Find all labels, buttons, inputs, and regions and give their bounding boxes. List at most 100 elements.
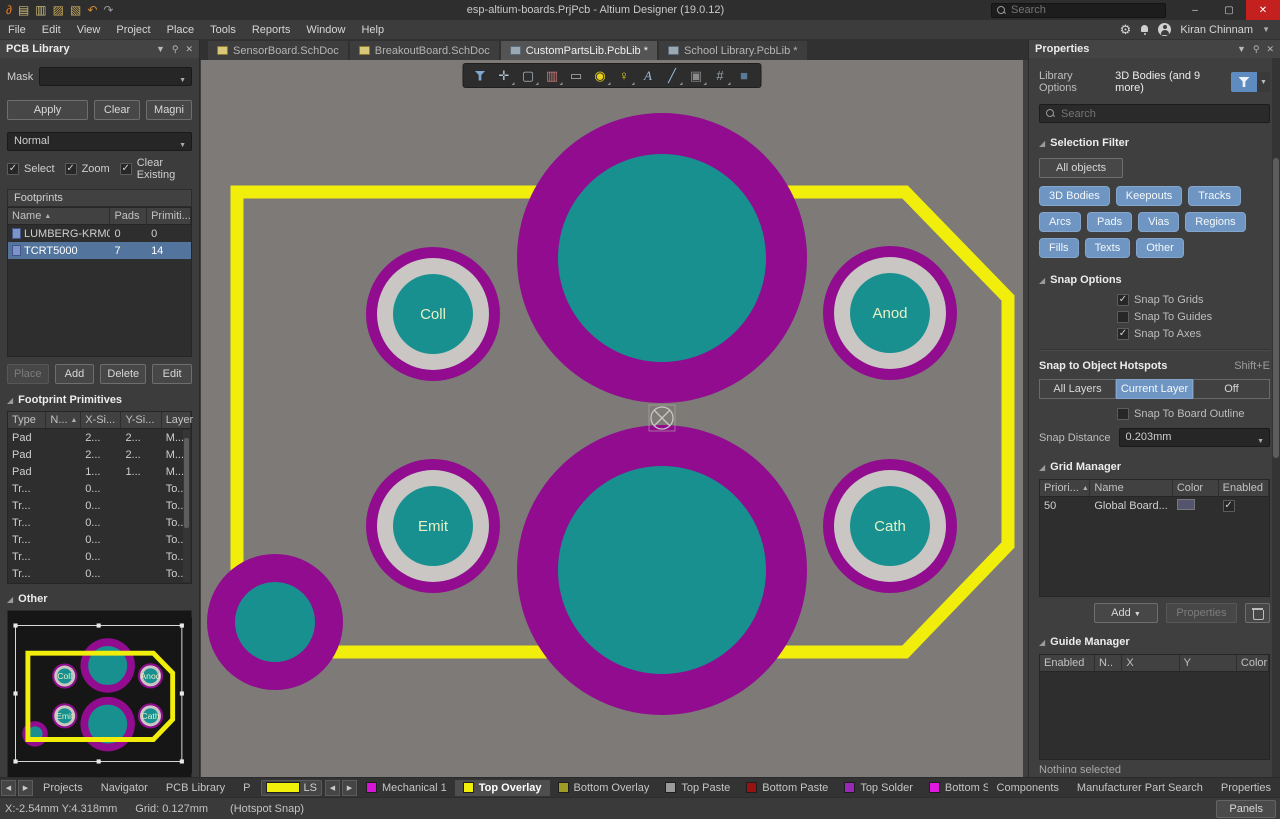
menu-edit[interactable]: Edit	[34, 20, 69, 40]
column-header-primiti[interactable]: Primiti...	[147, 208, 191, 224]
doc-tab-breakoutboard-schdoc[interactable]: BreakoutBoard.SchDoc	[350, 41, 499, 60]
save-icon[interactable]: ▤	[18, 4, 29, 16]
filter-chip-other[interactable]: Other	[1136, 238, 1184, 258]
grid-add-button[interactable]: Add ▼	[1094, 603, 1158, 623]
redo-icon[interactable]: ↷	[103, 4, 113, 16]
filter-chip-vias[interactable]: Vias	[1138, 212, 1179, 232]
settings-gear-icon[interactable]: ⚙	[1120, 22, 1132, 38]
grid-manager-section-header[interactable]: ◢ Grid Manager	[1039, 461, 1270, 473]
user-menu-chevron-down-icon[interactable]: ▼	[1262, 25, 1270, 34]
column-header-x-si[interactable]: X-Si...	[81, 412, 121, 428]
layer-tabs-scroll-left-icon[interactable]: ◀	[325, 780, 340, 796]
layer-tab-bottom-solder[interactable]: Bottom Solder	[921, 780, 988, 796]
layer-tabs-scroll-right-icon[interactable]: ▶	[342, 780, 357, 796]
filter-chip-pads[interactable]: Pads	[1087, 212, 1132, 232]
column-header-priori[interactable]: Priori...▲	[1040, 480, 1090, 496]
properties-search-box[interactable]	[1039, 104, 1270, 123]
grid-row-global-board[interactable]: 50Global Board...✓	[1040, 497, 1269, 514]
panel-tab-manufacturer-part-search[interactable]: Manufacturer Part Search	[1068, 780, 1212, 796]
properties-scrollbar[interactable]	[1272, 58, 1280, 777]
menu-project[interactable]: Project	[108, 20, 158, 40]
grid-properties-button[interactable]: Properties	[1166, 603, 1237, 623]
column-header-enabled[interactable]: Enabled	[1219, 480, 1269, 496]
properties-search-input[interactable]	[1061, 105, 1263, 122]
graph-icon[interactable]: ▥	[541, 65, 564, 86]
layer-tab-bottom-overlay[interactable]: Bottom Overlay	[550, 780, 658, 796]
column-header-name[interactable]: Name▲	[8, 208, 110, 224]
primitive-row[interactable]: Tr...0...To...	[8, 514, 191, 531]
maximize-button[interactable]: ▢	[1212, 0, 1246, 20]
panel-tab-components[interactable]: Components	[988, 780, 1068, 796]
add-button[interactable]: Add	[55, 364, 95, 384]
footprint-row-tcrt5000[interactable]: TCRT5000714	[8, 242, 191, 259]
notifications-bell-icon[interactable]	[1140, 25, 1149, 35]
pad-icon[interactable]: ◉	[589, 65, 612, 86]
object-filter-chevron-down-icon[interactable]: ▼	[1257, 72, 1270, 92]
panel-tabs-scroll-left-icon[interactable]: ◀	[1, 780, 16, 796]
primitive-row[interactable]: Tr...0...To...	[8, 531, 191, 548]
other-section-header[interactable]: ◢ Other	[7, 593, 192, 605]
checkbox-snap-to-axes[interactable]: ✓Snap To Axes	[1117, 328, 1270, 340]
column-header-color[interactable]: Color	[1173, 480, 1219, 496]
paste-icon[interactable]: ▣	[685, 65, 708, 86]
doc-tab-school-library-pcblib[interactable]: School Library.PcbLib *	[659, 41, 807, 60]
menu-place[interactable]: Place	[159, 20, 203, 40]
layer-tab-top-paste[interactable]: Top Paste	[657, 780, 738, 796]
magnify-button[interactable]: Magni	[146, 100, 192, 120]
checkbox-select[interactable]: ✓Select	[7, 163, 55, 175]
panel-dropdown-icon[interactable]: ▼	[1237, 44, 1246, 55]
primitive-row[interactable]: Pad2...2...M...	[8, 446, 191, 463]
primitive-row[interactable]: Tr...0...To...	[8, 497, 191, 514]
fill-icon[interactable]: ■	[733, 65, 756, 86]
grid-delete-button[interactable]	[1245, 603, 1270, 623]
checkbox-zoom[interactable]: ✓Zoom	[65, 163, 110, 175]
doc-tab-custompartslib-pcblib[interactable]: CustomPartsLib.PcbLib *	[501, 41, 657, 60]
grid-enabled-checkbox[interactable]: ✓	[1223, 500, 1235, 512]
segment-all-layers[interactable]: All Layers	[1039, 379, 1116, 399]
menu-tools[interactable]: Tools	[202, 20, 244, 40]
primitive-row[interactable]: Tr...0...To...	[8, 548, 191, 565]
list-mode-dropdown[interactable]: Normal	[7, 132, 192, 151]
delete-button[interactable]: Delete	[100, 364, 146, 384]
object-filter-button[interactable]	[1231, 72, 1257, 92]
primitive-row[interactable]: Tr...0...To...	[8, 480, 191, 497]
panel-close-icon[interactable]: ✕	[1266, 44, 1274, 55]
snap-board-outline-checkbox[interactable]: Snap To Board Outline	[1117, 408, 1270, 420]
close-button[interactable]: ✕	[1246, 0, 1280, 20]
menu-reports[interactable]: Reports	[244, 20, 299, 40]
footprint-primitives-section-header[interactable]: ◢ Footprint Primitives	[7, 394, 192, 406]
column-header-y-si[interactable]: Y-Si...	[121, 412, 161, 428]
global-search-box[interactable]	[991, 3, 1166, 18]
select-area-icon[interactable]: ▢	[517, 65, 540, 86]
snap-distance-dropdown[interactable]: 0.203mm	[1119, 428, 1270, 447]
doc-tab-sensorboard-schdoc[interactable]: SensorBoard.SchDoc	[208, 41, 348, 60]
footprint-row-lumberg-krm08[interactable]: LUMBERG-KRM0800	[8, 225, 191, 242]
open-project-icon[interactable]: ▧	[70, 4, 81, 16]
layer-tab-top-overlay[interactable]: Top Overlay	[455, 780, 550, 796]
filter-icon[interactable]	[469, 65, 492, 86]
layer-tab-top-solder[interactable]: Top Solder	[836, 780, 921, 796]
panel-pin-icon[interactable]: ⚲	[1253, 44, 1260, 55]
menu-view[interactable]: View	[69, 20, 109, 40]
filter-chip-tracks[interactable]: Tracks	[1188, 186, 1241, 206]
save-all-icon[interactable]: ▥	[35, 4, 46, 16]
pcb-editor-canvas[interactable]: CollAnodEmitCath ✛▢▥▭◉♀A╱▣#■	[201, 60, 1023, 777]
panel-dropdown-icon[interactable]: ▼	[156, 44, 165, 55]
move-icon[interactable]: ✛	[493, 65, 516, 86]
filter-chip-arcs[interactable]: Arcs	[1039, 212, 1081, 232]
grid-color-swatch[interactable]	[1177, 499, 1195, 510]
column-header-enabled[interactable]: Enabled	[1040, 655, 1095, 671]
menu-help[interactable]: Help	[353, 20, 392, 40]
user-avatar[interactable]	[1158, 23, 1171, 36]
current-layer-chip[interactable]: LS	[261, 780, 321, 796]
edit-button[interactable]: Edit	[152, 364, 192, 384]
panel-tab-p[interactable]: P	[234, 780, 259, 796]
all-objects-button[interactable]: All objects	[1039, 158, 1123, 178]
primitive-row[interactable]: Pad1...1...M...	[8, 463, 191, 480]
global-search-input[interactable]	[1011, 4, 1160, 17]
panel-close-icon[interactable]: ✕	[185, 44, 193, 55]
column-header-y[interactable]: Y	[1180, 655, 1237, 671]
layer-tab-mechanical-1[interactable]: Mechanical 1	[358, 780, 455, 796]
filter-chip-3d-bodies[interactable]: 3D Bodies	[1039, 186, 1110, 206]
layer-tab-bottom-paste[interactable]: Bottom Paste	[738, 780, 836, 796]
